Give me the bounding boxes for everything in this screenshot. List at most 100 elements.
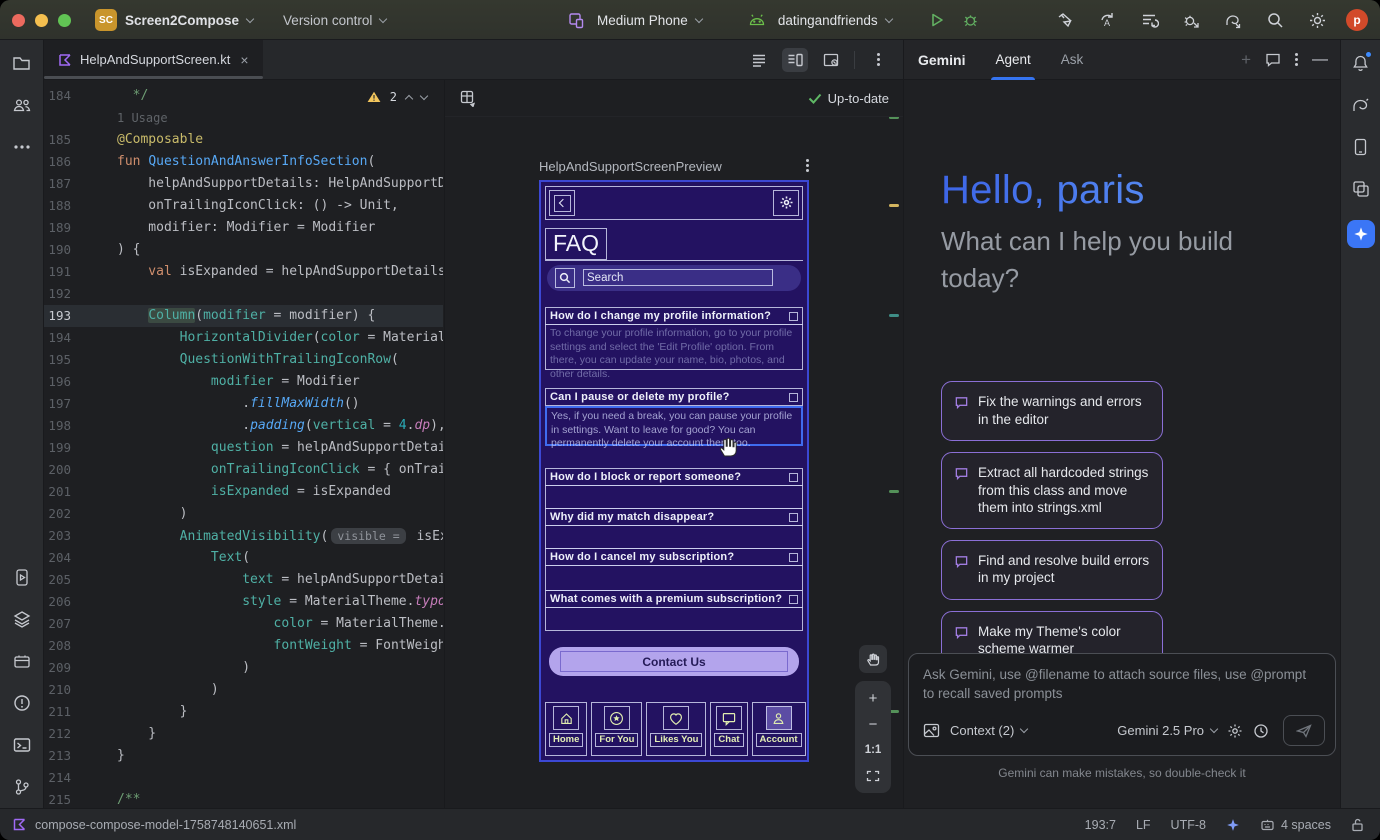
notifications-bell-icon[interactable] <box>1350 52 1372 74</box>
prompt-history-icon[interactable] <box>1253 723 1269 739</box>
run-button[interactable] <box>924 7 950 33</box>
indent-widget[interactable]: 4 spaces <box>1260 818 1331 832</box>
maximize-window-button[interactable] <box>58 14 71 27</box>
zoom-out-button[interactable]: − <box>855 713 891 735</box>
collaboration-icon[interactable] <box>11 94 33 116</box>
minimize-window-button[interactable] <box>35 14 48 27</box>
running-devices-icon[interactable] <box>11 566 33 588</box>
layout-inspector-icon[interactable] <box>1350 178 1372 200</box>
version-control-icon[interactable] <box>11 776 33 798</box>
nav-item-account[interactable]: Account <box>752 702 806 756</box>
caret-position[interactable]: 193:7 <box>1085 818 1116 832</box>
editor-area: HelpAndSupportScreen.kt × 184 */1 <box>44 40 903 808</box>
tab-helpandsupportscreen[interactable]: HelpAndSupportScreen.kt × <box>44 40 263 79</box>
build-run-icon[interactable] <box>1052 7 1078 33</box>
todo-list-icon[interactable] <box>1136 7 1162 33</box>
faq-question-row[interactable]: How do I cancel my subscription? <box>545 548 803 566</box>
expand-icon[interactable] <box>789 553 798 562</box>
expand-icon[interactable] <box>789 595 798 604</box>
faq-answer-box[interactable]: Yes, if you need a break, you can pause … <box>545 406 803 446</box>
file-encoding[interactable]: UTF-8 <box>1171 818 1206 832</box>
faq-question-row[interactable]: How do I block or report someone? <box>545 468 803 486</box>
phone-search-bar[interactable]: Search <box>547 265 801 291</box>
project-folder-icon[interactable] <box>11 52 33 74</box>
line-separator[interactable]: LF <box>1136 818 1151 832</box>
context-selector[interactable]: Context (2) <box>950 723 1027 738</box>
more-tool-windows-icon[interactable] <box>11 136 33 158</box>
expand-icon[interactable] <box>789 513 798 522</box>
preview-options-menu[interactable] <box>806 159 809 174</box>
code-line: 188 onTrailingIconClick: () -> Unit, <box>44 195 443 217</box>
nav-item-chat[interactable]: Chat <box>710 702 747 756</box>
more-actions-menu[interactable] <box>992 7 1018 33</box>
editor-options-menu[interactable] <box>865 48 891 72</box>
new-chat-icon[interactable]: + <box>1241 50 1251 70</box>
attach-debugger-icon[interactable] <box>1178 7 1204 33</box>
editor-tab-bar: HelpAndSupportScreen.kt × <box>44 40 903 80</box>
gradle-icon[interactable] <box>1350 94 1372 116</box>
gemini-toolwindow-button[interactable] <box>1347 220 1375 248</box>
debug-button[interactable] <box>958 7 984 33</box>
build-variants-icon[interactable] <box>11 608 33 630</box>
faq-question-row[interactable]: How do I change my profile information? <box>545 307 803 325</box>
nav-item-for-you[interactable]: For You <box>591 702 642 756</box>
attach-image-icon[interactable] <box>923 723 940 738</box>
close-window-button[interactable] <box>12 14 25 27</box>
zoom-actual-size-button[interactable]: 1:1 <box>855 739 891 761</box>
chat-history-icon[interactable] <box>1265 52 1281 67</box>
close-tab-icon[interactable]: × <box>240 52 248 68</box>
code-line: 201 isExpanded = isExpanded <box>44 481 443 503</box>
phone-back-button[interactable] <box>549 190 575 216</box>
code-editor[interactable]: 184 */1 Usage185@Composable186fun Questi… <box>44 80 443 808</box>
gradle-sync-icon[interactable] <box>1220 7 1246 33</box>
settings-gear-icon[interactable] <box>1304 7 1330 33</box>
suggestion-chip[interactable]: Extract all hardcoded strings from this … <box>941 452 1163 529</box>
next-warning-icon[interactable] <box>420 92 428 100</box>
model-selector[interactable]: Gemini 2.5 Pro <box>1117 723 1217 738</box>
code-cleanup-icon[interactable]: A <box>1094 7 1120 33</box>
gemini-options-menu[interactable] <box>1295 53 1298 66</box>
nav-item-likes-you[interactable]: Likes You <box>646 702 706 756</box>
contact-us-button[interactable]: Contact Us <box>549 647 799 676</box>
zoom-in-button[interactable]: + <box>855 687 891 709</box>
suggestion-chip[interactable]: Fix the warnings and errors in the edito… <box>941 381 1163 441</box>
search-everywhere-icon[interactable] <box>1262 7 1288 33</box>
preview-layout-icon[interactable] <box>459 89 477 107</box>
preview-canvas[interactable]: HelpAndSupportScreenPreview FAQ <box>445 117 903 808</box>
phone-settings-button[interactable] <box>773 190 799 216</box>
expand-icon[interactable] <box>789 312 798 321</box>
device-manager-icon[interactable] <box>11 650 33 672</box>
tab-ask[interactable]: Ask <box>1057 40 1088 80</box>
device-selector[interactable]: Medium Phone <box>597 13 688 28</box>
problems-icon[interactable] <box>11 692 33 714</box>
gemini-settings-icon[interactable] <box>1227 723 1243 739</box>
user-avatar[interactable]: p <box>1346 9 1368 31</box>
vcs-widget[interactable]: Version control <box>283 13 372 28</box>
expand-icon[interactable] <box>789 473 798 482</box>
zoom-fit-button[interactable] <box>855 765 891 787</box>
gemini-input[interactable]: Ask Gemini, use @filename to attach sour… <box>908 653 1336 756</box>
lock-icon[interactable] <box>1351 818 1364 832</box>
split-view-icon[interactable] <box>782 48 808 72</box>
preview-status: Up-to-date <box>808 91 889 106</box>
ai-spark-icon[interactable] <box>1226 818 1240 832</box>
pan-tool-button[interactable] <box>859 645 887 673</box>
code-view-icon[interactable] <box>746 48 772 72</box>
inspection-widget[interactable]: 2 <box>367 86 427 108</box>
running-devices-phone-icon[interactable] <box>1350 136 1372 158</box>
suggestion-chip[interactable]: Find and resolve build errors in my proj… <box>941 540 1163 600</box>
expand-icon[interactable] <box>789 393 798 402</box>
design-view-icon[interactable] <box>818 48 844 72</box>
branch-selector[interactable]: datingandfriends <box>778 13 878 28</box>
terminal-icon[interactable] <box>11 734 33 756</box>
status-file-name[interactable]: compose-compose-model-1758748140651.xml <box>35 818 296 832</box>
project-selector[interactable]: Screen2Compose <box>125 13 239 28</box>
send-button[interactable] <box>1283 715 1325 746</box>
faq-question-row[interactable]: Can I pause or delete my profile? <box>545 388 803 406</box>
faq-question-row[interactable]: What comes with a premium subscription? <box>545 590 803 608</box>
hide-panel-icon[interactable]: — <box>1312 51 1328 69</box>
tab-agent[interactable]: Agent <box>991 40 1034 80</box>
previous-warning-icon[interactable] <box>405 94 413 102</box>
faq-question-row[interactable]: Why did my match disappear? <box>545 508 803 526</box>
nav-item-home[interactable]: Home <box>545 702 587 756</box>
